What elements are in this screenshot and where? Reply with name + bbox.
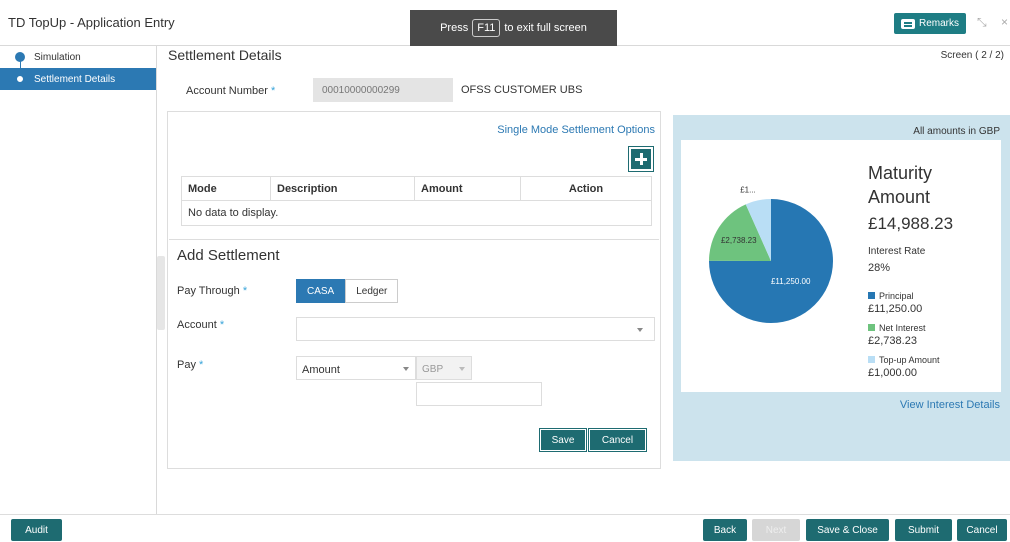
legend-topup: Top-up Amount xyxy=(868,355,940,365)
sidebar-item-label: Settlement Details xyxy=(34,73,116,85)
column-header-description: Description xyxy=(271,177,415,200)
table-empty-message: No data to display. xyxy=(188,207,279,219)
view-interest-details-link[interactable]: View Interest Details xyxy=(900,399,1000,411)
submit-button[interactable]: Submit xyxy=(895,519,952,541)
fullscreen-banner: Press F11 to exit full screen xyxy=(410,10,617,46)
add-settlement-title: Add Settlement xyxy=(177,247,280,264)
column-header-action: Action xyxy=(568,182,604,195)
app-title: TD TopUp - Application Entry xyxy=(8,15,175,30)
interest-rate-value: 28% xyxy=(868,262,891,274)
minimize-icon[interactable]: ⤡ xyxy=(977,15,987,30)
sidebar-item-label: Simulation xyxy=(34,51,81,63)
page-title: Settlement Details xyxy=(168,47,282,63)
account-name: OFSS CUSTOMER UBS xyxy=(461,84,583,96)
pay-through-toggle: CASA Ledger xyxy=(296,279,399,303)
pay-through-label: Pay Through * xyxy=(177,285,247,297)
chevron-down-icon xyxy=(459,367,465,371)
footer-bar: Audit Back Next Save & Close Submit Canc… xyxy=(0,514,1010,542)
legend-label: Top-up Amount xyxy=(879,355,940,365)
currency-select[interactable]: GBP xyxy=(416,356,472,380)
table-header: Mode Description Amount Action xyxy=(182,177,651,201)
next-button[interactable]: Next xyxy=(752,519,800,541)
currency-note: All amounts in GBP xyxy=(913,126,1000,137)
pie-data-label: £2,738.23 xyxy=(721,236,757,245)
fullscreen-suffix-text: to exit full screen xyxy=(504,22,587,34)
required-marker: * xyxy=(242,285,248,297)
required-marker: * xyxy=(271,85,276,97)
pay-type-value: Amount xyxy=(302,364,340,376)
pay-through-ledger-option[interactable]: Ledger xyxy=(345,279,399,303)
required-marker: * xyxy=(199,359,204,371)
pay-through-label-text: Pay Through xyxy=(177,285,240,297)
sidebar-item-simulation[interactable]: Simulation xyxy=(0,46,156,76)
save-button[interactable]: Save xyxy=(539,428,587,452)
train-stop-sidebar: Simulation Settlement Details xyxy=(0,46,157,514)
pay-type-select[interactable]: Amount xyxy=(296,356,416,380)
chevron-down-icon xyxy=(637,328,643,332)
legend-value-topup: £1,000.00 xyxy=(868,367,917,379)
account-select[interactable] xyxy=(296,317,655,341)
legend-value-net-interest: £2,738.23 xyxy=(868,335,917,347)
account-number-label: Account Number * xyxy=(186,85,275,97)
maturity-amount: £14,988.23 xyxy=(868,214,954,233)
cancel-button[interactable]: Cancel xyxy=(588,428,647,452)
maturity-summary-panel: All amounts in GBP £11,250.00 £2,738.23 £1… xyxy=(673,115,1010,461)
account-number-field: 00010000000299 xyxy=(313,78,453,102)
step-current-icon xyxy=(16,75,24,83)
column-header-mode: Mode xyxy=(182,177,271,200)
add-settlement-button[interactable] xyxy=(628,146,654,172)
footer-cancel-button[interactable]: Cancel xyxy=(957,519,1007,541)
sidebar-item-settlement-details[interactable]: Settlement Details xyxy=(0,68,156,90)
sidebar-collapse-handle[interactable] xyxy=(157,256,165,330)
single-mode-settlement-link[interactable]: Single Mode Settlement Options xyxy=(497,124,655,136)
chat-icon xyxy=(900,18,915,29)
settlement-panel: Single Mode Settlement Options Mode Desc… xyxy=(167,111,661,469)
legend-net-interest: Net Interest xyxy=(868,323,926,333)
legend-value-principal: £11,250.00 xyxy=(868,303,923,315)
settlement-table: Mode Description Amount Action No data t… xyxy=(181,176,652,226)
audit-button[interactable]: Audit xyxy=(11,519,62,541)
legend-swatch xyxy=(868,356,875,363)
legend-label: Net Interest xyxy=(879,323,926,333)
maturity-title: Maturity Amount xyxy=(868,161,932,209)
pie-data-label: £1... xyxy=(740,185,756,194)
save-close-button[interactable]: Save & Close xyxy=(806,519,889,541)
amount-input[interactable] xyxy=(416,382,542,406)
column-header-amount: Amount xyxy=(415,177,521,200)
legend-label: Principal xyxy=(879,291,914,301)
back-button[interactable]: Back xyxy=(703,519,747,541)
interest-rate-label: Interest Rate xyxy=(868,246,926,257)
maturity-title-line2: Amount xyxy=(868,187,931,207)
maturity-pie-chart: £11,250.00 £2,738.23 £1... xyxy=(709,185,833,323)
required-marker: * xyxy=(219,319,225,331)
screen-indicator: Screen ( 2 / 2) xyxy=(940,50,1004,61)
section-divider xyxy=(169,239,659,240)
maturity-chart-card: £11,250.00 £2,738.23 £1... Maturity Amount… xyxy=(681,140,1001,392)
legend-swatch xyxy=(868,292,875,299)
pay-label: Pay * xyxy=(177,359,203,371)
pay-label-text: Pay xyxy=(177,359,196,371)
maturity-title-line1: Maturity xyxy=(868,163,933,183)
legend-swatch xyxy=(868,324,875,331)
account-label-text: Account Number xyxy=(186,85,268,97)
title-bar: TD TopUp - Application Entry Press F11 t… xyxy=(0,0,1010,46)
remarks-button[interactable]: Remarks xyxy=(894,13,966,34)
remarks-label: Remarks xyxy=(918,18,959,29)
account-field-label-text: Account xyxy=(177,319,217,331)
account-label: Account * xyxy=(177,319,224,331)
fullscreen-press-text: Press xyxy=(440,22,469,34)
pay-through-casa-option[interactable]: CASA xyxy=(296,279,346,303)
close-icon[interactable]: × xyxy=(1001,15,1008,29)
pie-data-label: £11,250.00 xyxy=(771,277,811,286)
fullscreen-key: F11 xyxy=(472,19,501,37)
currency-value: GBP xyxy=(422,364,444,375)
legend-principal: Principal xyxy=(868,291,914,301)
chevron-down-icon xyxy=(403,367,409,371)
